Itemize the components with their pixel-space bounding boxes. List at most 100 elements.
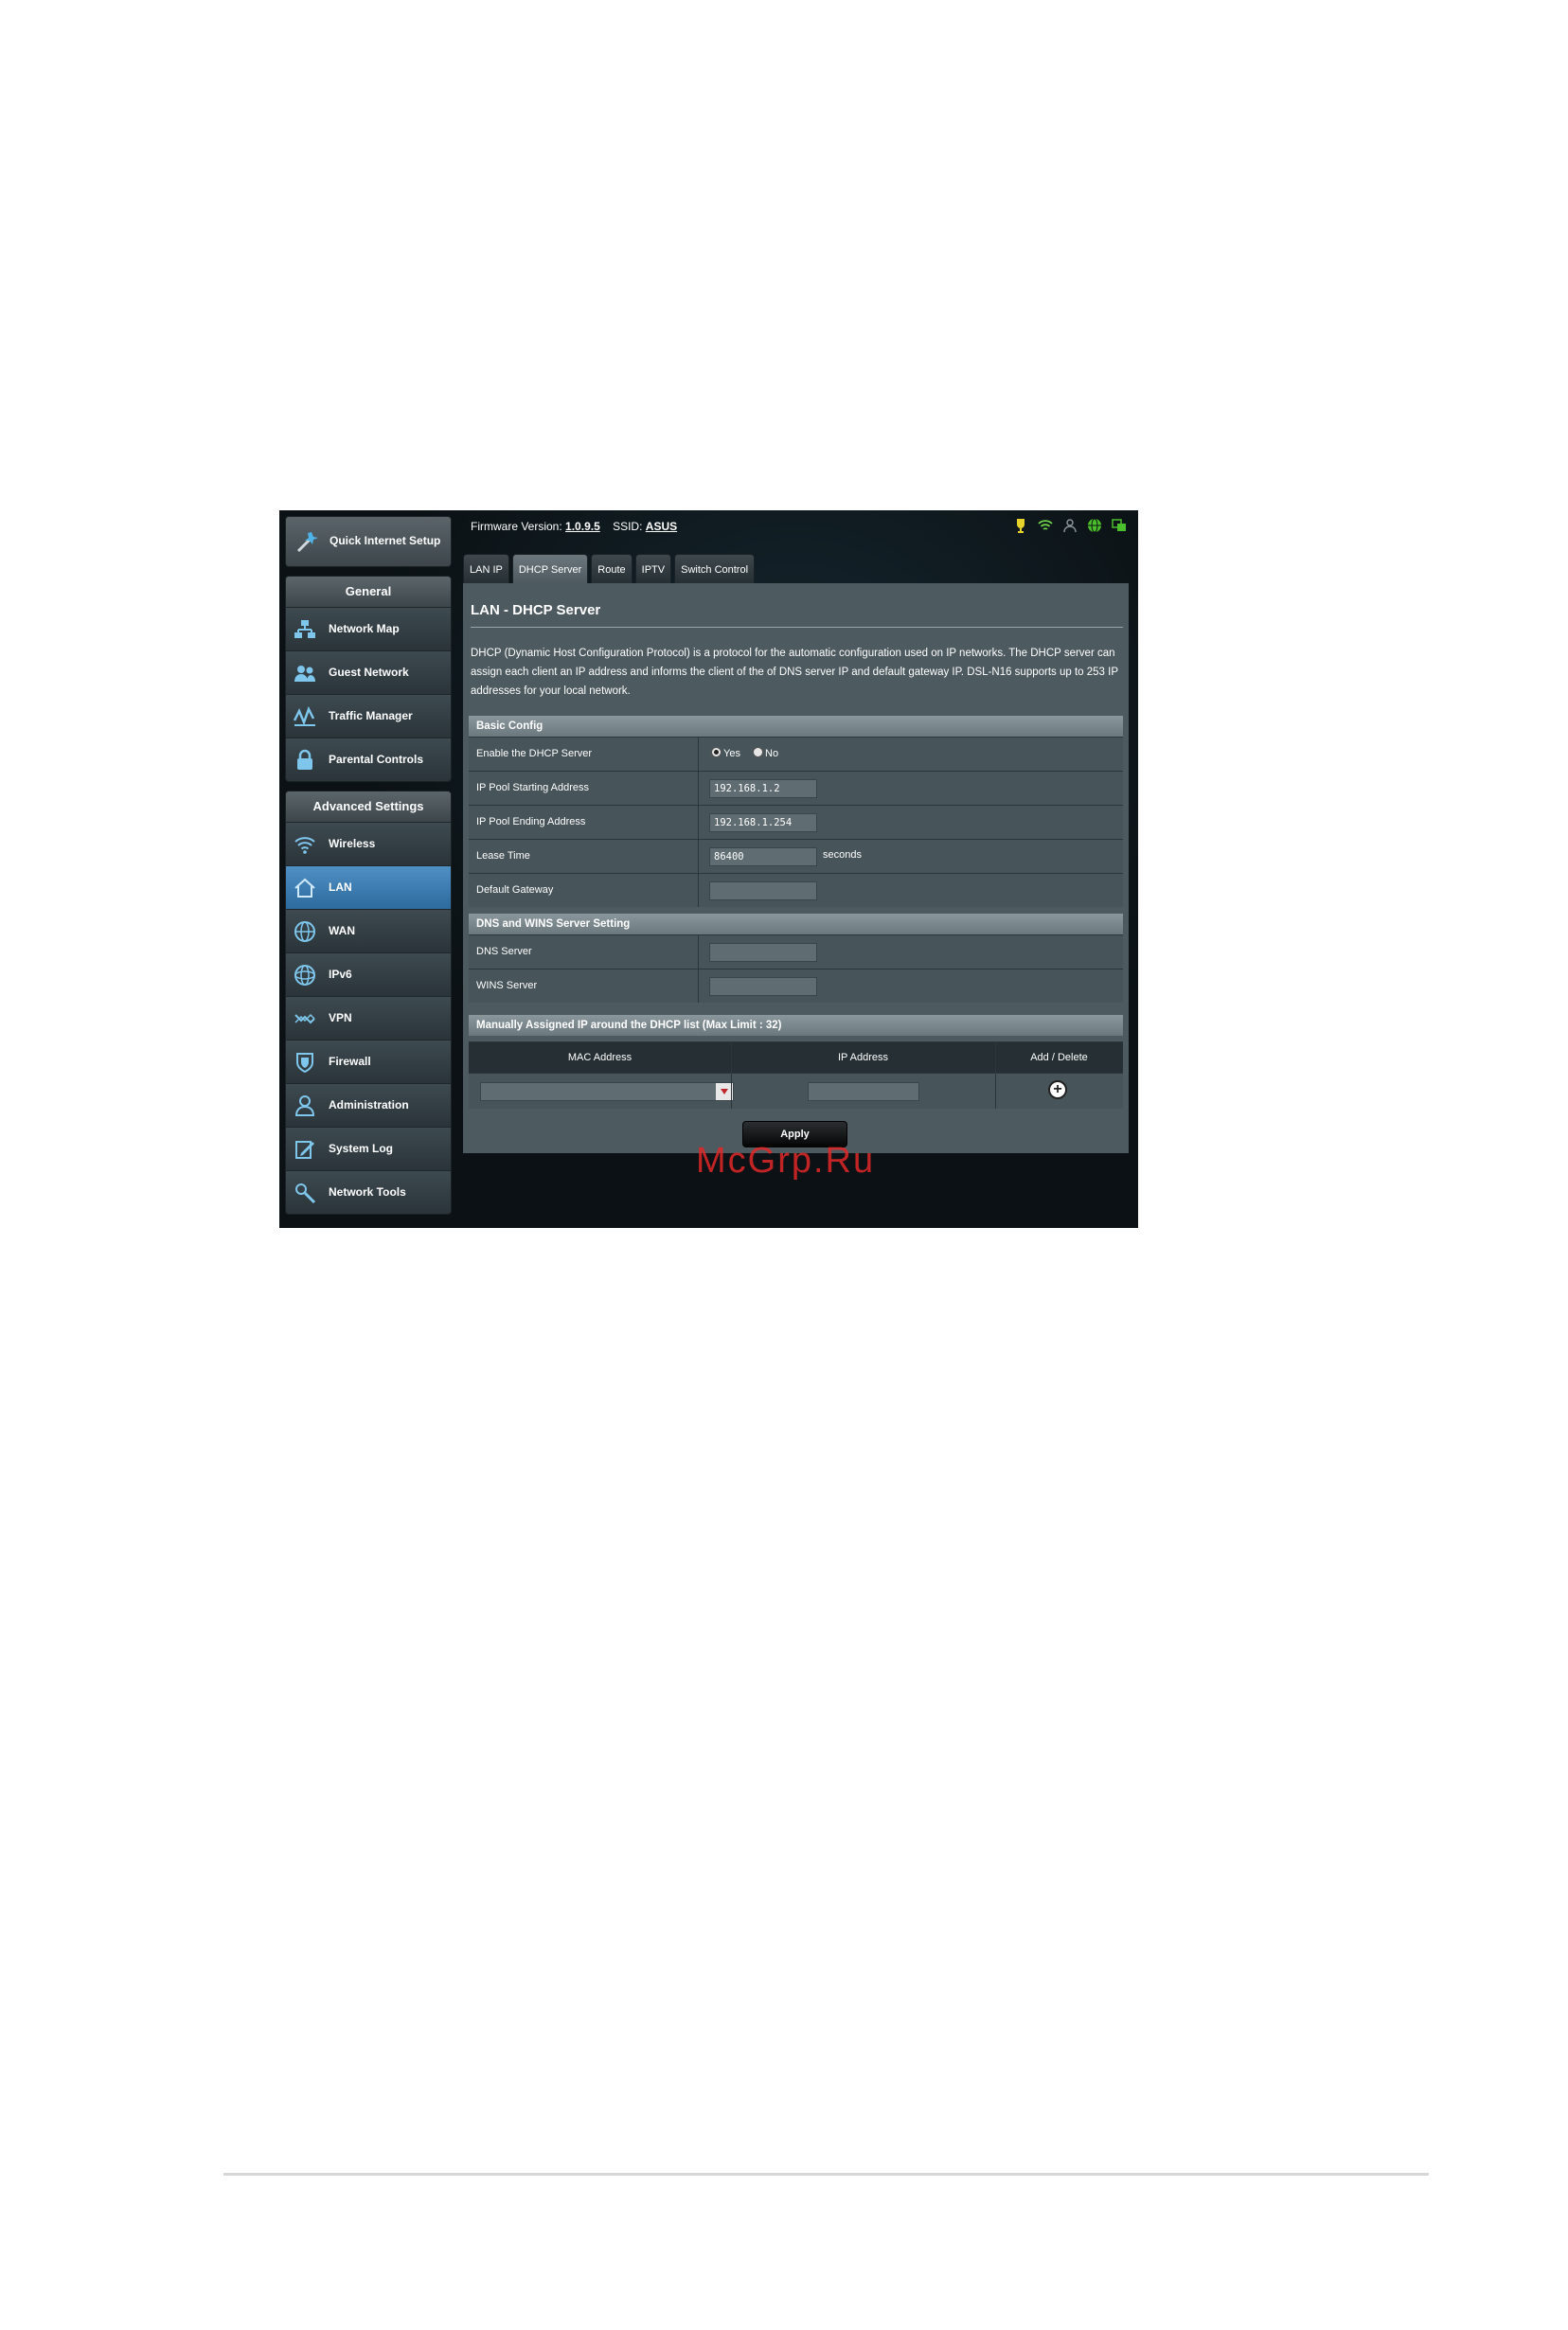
sidebar-item-wireless[interactable]: Wireless <box>286 822 451 865</box>
lease-time-input[interactable]: 86400 <box>709 847 817 866</box>
row-divider <box>698 935 699 969</box>
tab-switch-control[interactable]: Switch Control <box>674 554 756 583</box>
ssid-link[interactable]: ASUS <box>646 520 677 533</box>
firmware-version-link[interactable]: 1.0.9.5 <box>565 520 600 533</box>
dhcp-yes-radio[interactable]: Yes <box>711 747 740 759</box>
sidebar: Quick Internet Setup General Network Map… <box>285 516 452 1215</box>
sidebar-item-label: LAN <box>329 880 352 894</box>
ssid-label: SSID: <box>613 520 643 533</box>
general-menu: General Network Map Guest Network Traffi… <box>285 576 452 782</box>
ip-pool-start-label: IP Pool Starting Address <box>476 782 590 793</box>
manual-ip-address-input[interactable] <box>808 1082 919 1101</box>
enable-dhcp-row: Enable the DHCP Server Yes No <box>469 737 1123 771</box>
sidebar-item-firewall[interactable]: Firewall <box>286 1040 451 1083</box>
admin-user-icon <box>294 1095 315 1116</box>
title-divider <box>471 627 1123 628</box>
sidebar-item-label: Network Map <box>329 622 400 635</box>
lease-time-row: Lease Time 86400 seconds <box>469 839 1123 873</box>
ip-pool-start-input[interactable]: 192.168.1.2 <box>709 779 817 798</box>
page-title: LAN - DHCP Server <box>471 602 601 618</box>
radio-unselected-icon <box>753 747 763 757</box>
quick-internet-setup-label: Quick Internet Setup <box>330 534 441 547</box>
radio-selected-icon <box>711 747 722 757</box>
manual-ip-header: Manually Assigned IP around the DHCP lis… <box>469 1015 1123 1036</box>
lan-status-icon[interactable] <box>1112 518 1127 533</box>
dhcp-no-label: No <box>765 748 779 759</box>
page-footer-divider <box>223 2173 1429 2176</box>
row-divider <box>698 738 699 771</box>
sidebar-item-traffic-manager[interactable]: Traffic Manager <box>286 694 451 738</box>
sidebar-item-guest-network[interactable]: Guest Network <box>286 650 451 694</box>
add-icon[interactable]: + <box>1048 1080 1067 1099</box>
usb-trophy-icon[interactable] <box>1013 518 1028 533</box>
wins-server-label: WINS Server <box>476 980 538 991</box>
column-divider <box>731 1074 732 1109</box>
dns-server-label: DNS Server <box>476 946 532 957</box>
ip-pool-end-row: IP Pool Ending Address 192.168.1.254 <box>469 805 1123 839</box>
sidebar-item-label: IPv6 <box>329 968 352 981</box>
default-gateway-row: Default Gateway <box>469 873 1123 907</box>
tab-iptv[interactable]: IPTV <box>634 554 672 583</box>
row-divider <box>698 840 699 873</box>
advanced-settings-menu: Advanced Settings Wireless LAN WAN IPv6 … <box>285 791 452 1215</box>
internet-status-icon[interactable] <box>1087 518 1102 533</box>
tab-route[interactable]: Route <box>591 554 633 583</box>
dns-wins-header: DNS and WINS Server Setting <box>469 914 1123 934</box>
tab-dhcp-server[interactable]: DHCP Server <box>511 554 589 583</box>
sidebar-item-network-map[interactable]: Network Map <box>286 607 451 650</box>
lan-tabs: LAN IP DHCP Server Route IPTV Switch Con… <box>463 554 756 583</box>
default-gateway-label: Default Gateway <box>476 884 554 896</box>
shield-icon <box>296 1053 313 1074</box>
basic-config-header: Basic Config <box>469 716 1123 737</box>
row-divider <box>698 969 699 1003</box>
sidebar-item-label: WAN <box>329 924 355 937</box>
status-icons <box>1013 518 1127 533</box>
guest-network-icon <box>294 666 315 682</box>
advanced-settings-title: Advanced Settings <box>286 791 451 822</box>
sidebar-item-network-tools[interactable]: Network Tools <box>286 1170 451 1214</box>
dns-server-input[interactable] <box>709 943 817 962</box>
router-admin-screen: Quick Internet Setup General Network Map… <box>279 510 1138 1228</box>
dhcp-no-radio[interactable]: No <box>753 747 778 759</box>
column-divider <box>995 1042 996 1074</box>
ip-pool-end-input[interactable]: 192.168.1.254 <box>709 813 817 832</box>
firmware-info: Firmware Version: 1.0.9.5 SSID: ASUS <box>471 520 677 533</box>
default-gateway-input[interactable] <box>709 881 817 900</box>
column-header-ip: IP Address <box>838 1052 888 1063</box>
tab-lan-ip[interactable]: LAN IP <box>463 554 509 583</box>
sidebar-item-label: Parental Controls <box>329 753 424 766</box>
sidebar-item-wan[interactable]: WAN <box>286 909 451 952</box>
system-log-icon <box>295 1141 314 1159</box>
traffic-manager-icon <box>294 705 315 726</box>
wins-server-input[interactable] <box>709 977 817 996</box>
row-divider <box>698 874 699 907</box>
sidebar-item-vpn[interactable]: VPN <box>286 996 451 1040</box>
wins-server-row: WINS Server <box>469 969 1123 1003</box>
column-header-mac: MAC Address <box>567 1052 633 1063</box>
sidebar-item-lan[interactable]: LAN <box>286 865 451 909</box>
wifi-status-icon[interactable] <box>1038 518 1053 533</box>
vpn-icon <box>294 1013 315 1024</box>
dhcp-yes-label: Yes <box>723 748 740 759</box>
sidebar-item-parental-controls[interactable]: Parental Controls <box>286 738 451 781</box>
client-status-icon[interactable] <box>1062 518 1078 533</box>
sidebar-item-label: Traffic Manager <box>329 709 413 722</box>
ip-pool-end-label: IP Pool Ending Address <box>476 816 586 827</box>
general-title: General <box>286 577 451 607</box>
manual-ip-input-row: + <box>469 1073 1123 1109</box>
sidebar-item-label: VPN <box>329 1011 352 1024</box>
sidebar-item-label: Firewall <box>329 1055 371 1068</box>
column-header-action: Add / Delete <box>1030 1052 1088 1063</box>
sidebar-item-system-log[interactable]: System Log <box>286 1127 451 1170</box>
enable-dhcp-label: Enable the DHCP Server <box>476 748 593 759</box>
manual-ip-table-header: MAC Address IP Address Add / Delete <box>469 1041 1123 1074</box>
sidebar-item-label: Guest Network <box>329 666 409 679</box>
row-divider <box>698 772 699 805</box>
quick-internet-setup-button[interactable]: Quick Internet Setup <box>285 516 452 567</box>
sidebar-item-label: Network Tools <box>329 1185 406 1199</box>
sidebar-item-ipv6[interactable]: IPv6 <box>286 952 451 996</box>
watermark-text: McGrp.Ru <box>696 1141 876 1181</box>
tools-icon <box>295 1183 316 1204</box>
sidebar-item-administration[interactable]: Administration <box>286 1083 451 1127</box>
mac-address-select[interactable] <box>480 1082 734 1101</box>
